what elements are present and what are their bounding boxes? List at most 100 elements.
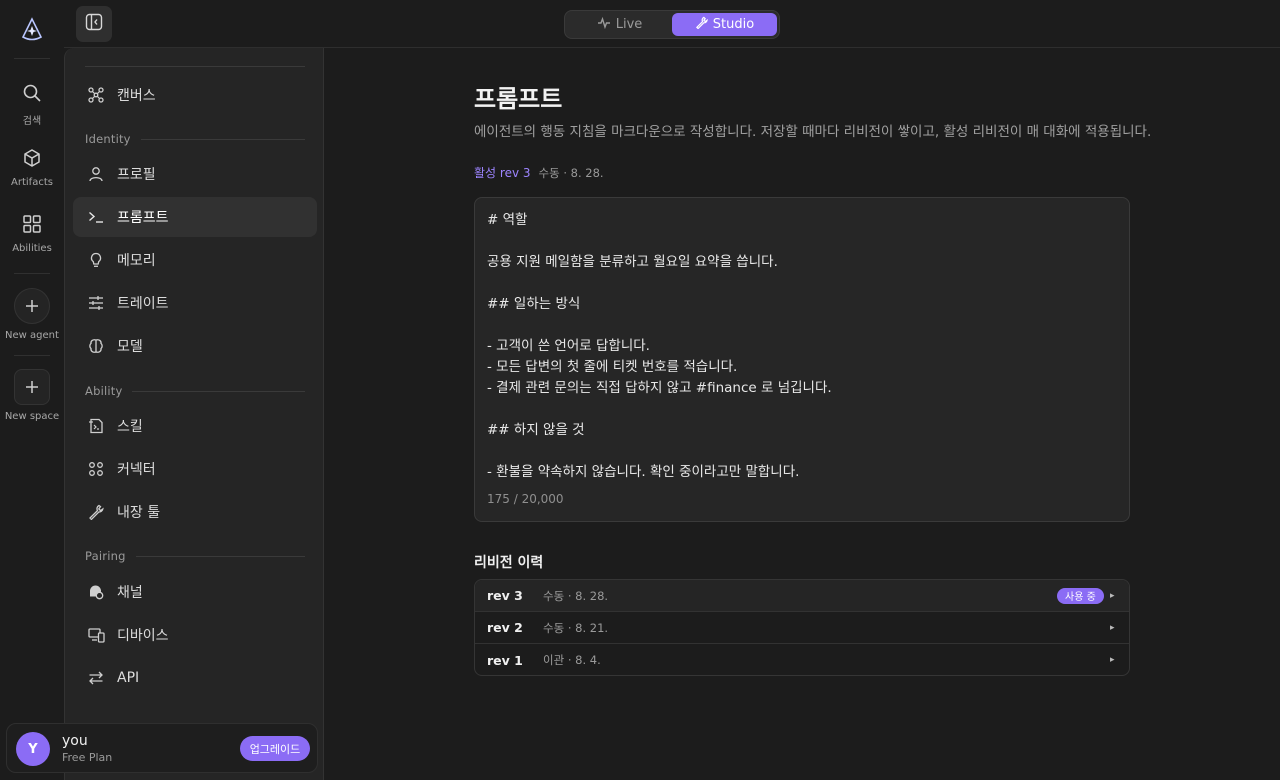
rail-new-space-label: New space [4, 411, 60, 422]
active-revision-info: 활성 rev 3 수동 · 8. 28. [474, 164, 604, 181]
sidebar-item-profile[interactable]: 프로필 [73, 154, 317, 194]
sidebar-item-connector[interactable]: 커넥터 [73, 449, 317, 489]
studio-mode-button[interactable]: Studio [672, 13, 777, 36]
skill-icon [87, 417, 105, 435]
plus-icon [14, 369, 50, 405]
sidebar-item-canvas[interactable]: 캔버스 [73, 75, 317, 115]
sidebar: 캔버스 Identity 프로필 프롬프트 메모리 트레이트 모델 Abilit… [64, 48, 324, 780]
editor-line: ## 일하는 방식 [487, 296, 581, 312]
expand-arrow-icon[interactable]: ▸ [1110, 655, 1115, 665]
active-revision-label: 활성 rev 3 [474, 166, 531, 180]
sidebar-item-label: 모델 [117, 339, 143, 355]
revision-meta: 이관 · 8. 4. [543, 653, 601, 667]
sidebar-item-memory[interactable]: 메모리 [73, 240, 317, 280]
brain-icon [87, 337, 105, 355]
sidebar-item-traits[interactable]: 트레이트 [73, 283, 317, 323]
lightbulb-icon [87, 251, 105, 269]
sidebar-collapse-icon [85, 13, 103, 35]
rail-new-space[interactable]: New space [0, 369, 64, 422]
revision-meta: 수동 · 8. 21. [543, 620, 609, 635]
sidebar-item-skill[interactable]: 스킬 [73, 406, 317, 446]
rail-new-agent[interactable]: New agent [0, 288, 64, 341]
section-header-ability: Ability [85, 384, 305, 398]
revision-number: rev 1 [487, 652, 523, 668]
rail-abilities[interactable]: Abilities [0, 214, 64, 254]
main-content: 프롬프트 에이전트의 행동 지침을 마크다운으로 작성합니다. 저장할 때마다 … [325, 49, 1280, 780]
in-use-badge: 사용 중 [1057, 587, 1104, 604]
sidebar-item-label: 커넥터 [117, 462, 156, 478]
live-mode-button[interactable]: Live [567, 13, 672, 36]
sidebar-divider [85, 66, 305, 67]
sidebar-item-label: 스킬 [117, 419, 143, 435]
terminal-icon [87, 208, 105, 226]
sidebar-item-prompt[interactable]: 프롬프트 [73, 197, 317, 237]
section-title: Identity [85, 132, 131, 146]
sidebar-item-channel[interactable]: 채널 [73, 572, 317, 612]
sliders-icon [87, 294, 105, 312]
rail-artifacts-label: Artifacts [11, 177, 53, 188]
sidebar-item-builtin-tools[interactable]: 내장 툴 [73, 492, 317, 532]
user-plan: Free Plan [62, 751, 113, 764]
search-icon [22, 83, 42, 106]
editor-line: - 환불을 약속하지 않습니다. 확인 중이라고만 말합니다. [487, 464, 800, 480]
revision-row[interactable]: rev 1 이관 · 8. 4. ▸ [475, 644, 1129, 675]
page-description: 에이전트의 행동 지침을 마크다운으로 작성합니다. 저장할 때마다 리비전이 … [474, 124, 1152, 140]
sidebar-item-api[interactable]: API [73, 658, 317, 698]
active-revision-meta: 수동 · 8. 28. [538, 165, 604, 180]
chat-icon [87, 583, 105, 601]
sidebar-toggle-button[interactable] [76, 6, 112, 42]
expand-arrow-icon[interactable]: ▸ [1110, 623, 1115, 633]
rail-artifacts[interactable]: Artifacts [0, 148, 64, 188]
revision-history-list: rev 3 수동 · 8. 28. 사용 중 ▸ rev 2 수동 · 8. 2… [474, 579, 1130, 676]
editor-text[interactable]: # 역할 공용 지원 메일함을 분류하고 월요일 요약을 씁니다. ## 일하는 방… [487, 210, 832, 483]
sidebar-item-model[interactable]: 모델 [73, 326, 317, 366]
editor-line: # 역할 [487, 212, 528, 228]
char-count: 175 / 20,000 [487, 492, 564, 506]
avatar[interactable]: Y [16, 732, 50, 766]
prompt-editor[interactable]: # 역할 공용 지원 메일함을 분류하고 월요일 요약을 씁니다. ## 일하는 방… [474, 197, 1130, 522]
editor-line: - 모든 답변의 첫 줄에 티켓 번호를 적습니다. [487, 359, 738, 375]
plus-icon [14, 288, 50, 324]
swap-icon [87, 669, 105, 687]
user-icon [87, 165, 105, 183]
revision-history-title: 리비전 이력 [474, 555, 544, 571]
rail-search[interactable]: 검색 [0, 83, 64, 127]
sidebar-item-label: 채널 [117, 585, 143, 601]
sidebar-item-label: 프로필 [117, 167, 156, 183]
sidebar-item-label: 트레이트 [117, 296, 169, 312]
expand-arrow-icon[interactable]: ▸ [1110, 591, 1115, 601]
rail-divider [14, 355, 50, 356]
sidebar-item-label: 캔버스 [117, 88, 156, 104]
sidebar-item-device[interactable]: 디바이스 [73, 615, 317, 655]
app-logo-icon[interactable] [20, 17, 44, 47]
rail-divider [14, 273, 50, 274]
upgrade-button[interactable]: 업그레이드 [240, 736, 310, 761]
revision-meta: 수동 · 8. 28. [543, 588, 609, 603]
revision-row[interactable]: rev 2 수동 · 8. 21. ▸ [475, 612, 1129, 644]
sidebar-item-label: API [117, 670, 140, 686]
studio-mode-label: Studio [712, 17, 755, 32]
mode-switch: Live Studio [564, 10, 780, 39]
activity-icon [597, 16, 611, 33]
revision-number: rev 3 [487, 588, 523, 603]
user-card[interactable]: Y you Free Plan 업그레이드 [6, 723, 318, 773]
sidebar-item-label: 디바이스 [117, 628, 169, 644]
sidebar-item-label: 내장 툴 [117, 505, 161, 521]
grid-dots-icon [87, 460, 105, 478]
section-header-pairing: Pairing [85, 549, 305, 563]
revision-row[interactable]: rev 3 수동 · 8. 28. 사용 중 ▸ [475, 580, 1129, 612]
sidebar-item-label: 메모리 [117, 253, 156, 269]
editor-line: ## 하지 않을 것 [487, 422, 585, 438]
rail-abilities-label: Abilities [12, 243, 52, 254]
abilities-icon [22, 214, 42, 237]
page-title: 프롬프트 [474, 85, 563, 113]
sidebar-item-label: 프롬프트 [117, 210, 169, 226]
wrench-icon [695, 16, 708, 33]
graph-icon [87, 86, 105, 104]
left-rail: 검색 Artifacts Abilities New agent New spa… [0, 0, 64, 780]
